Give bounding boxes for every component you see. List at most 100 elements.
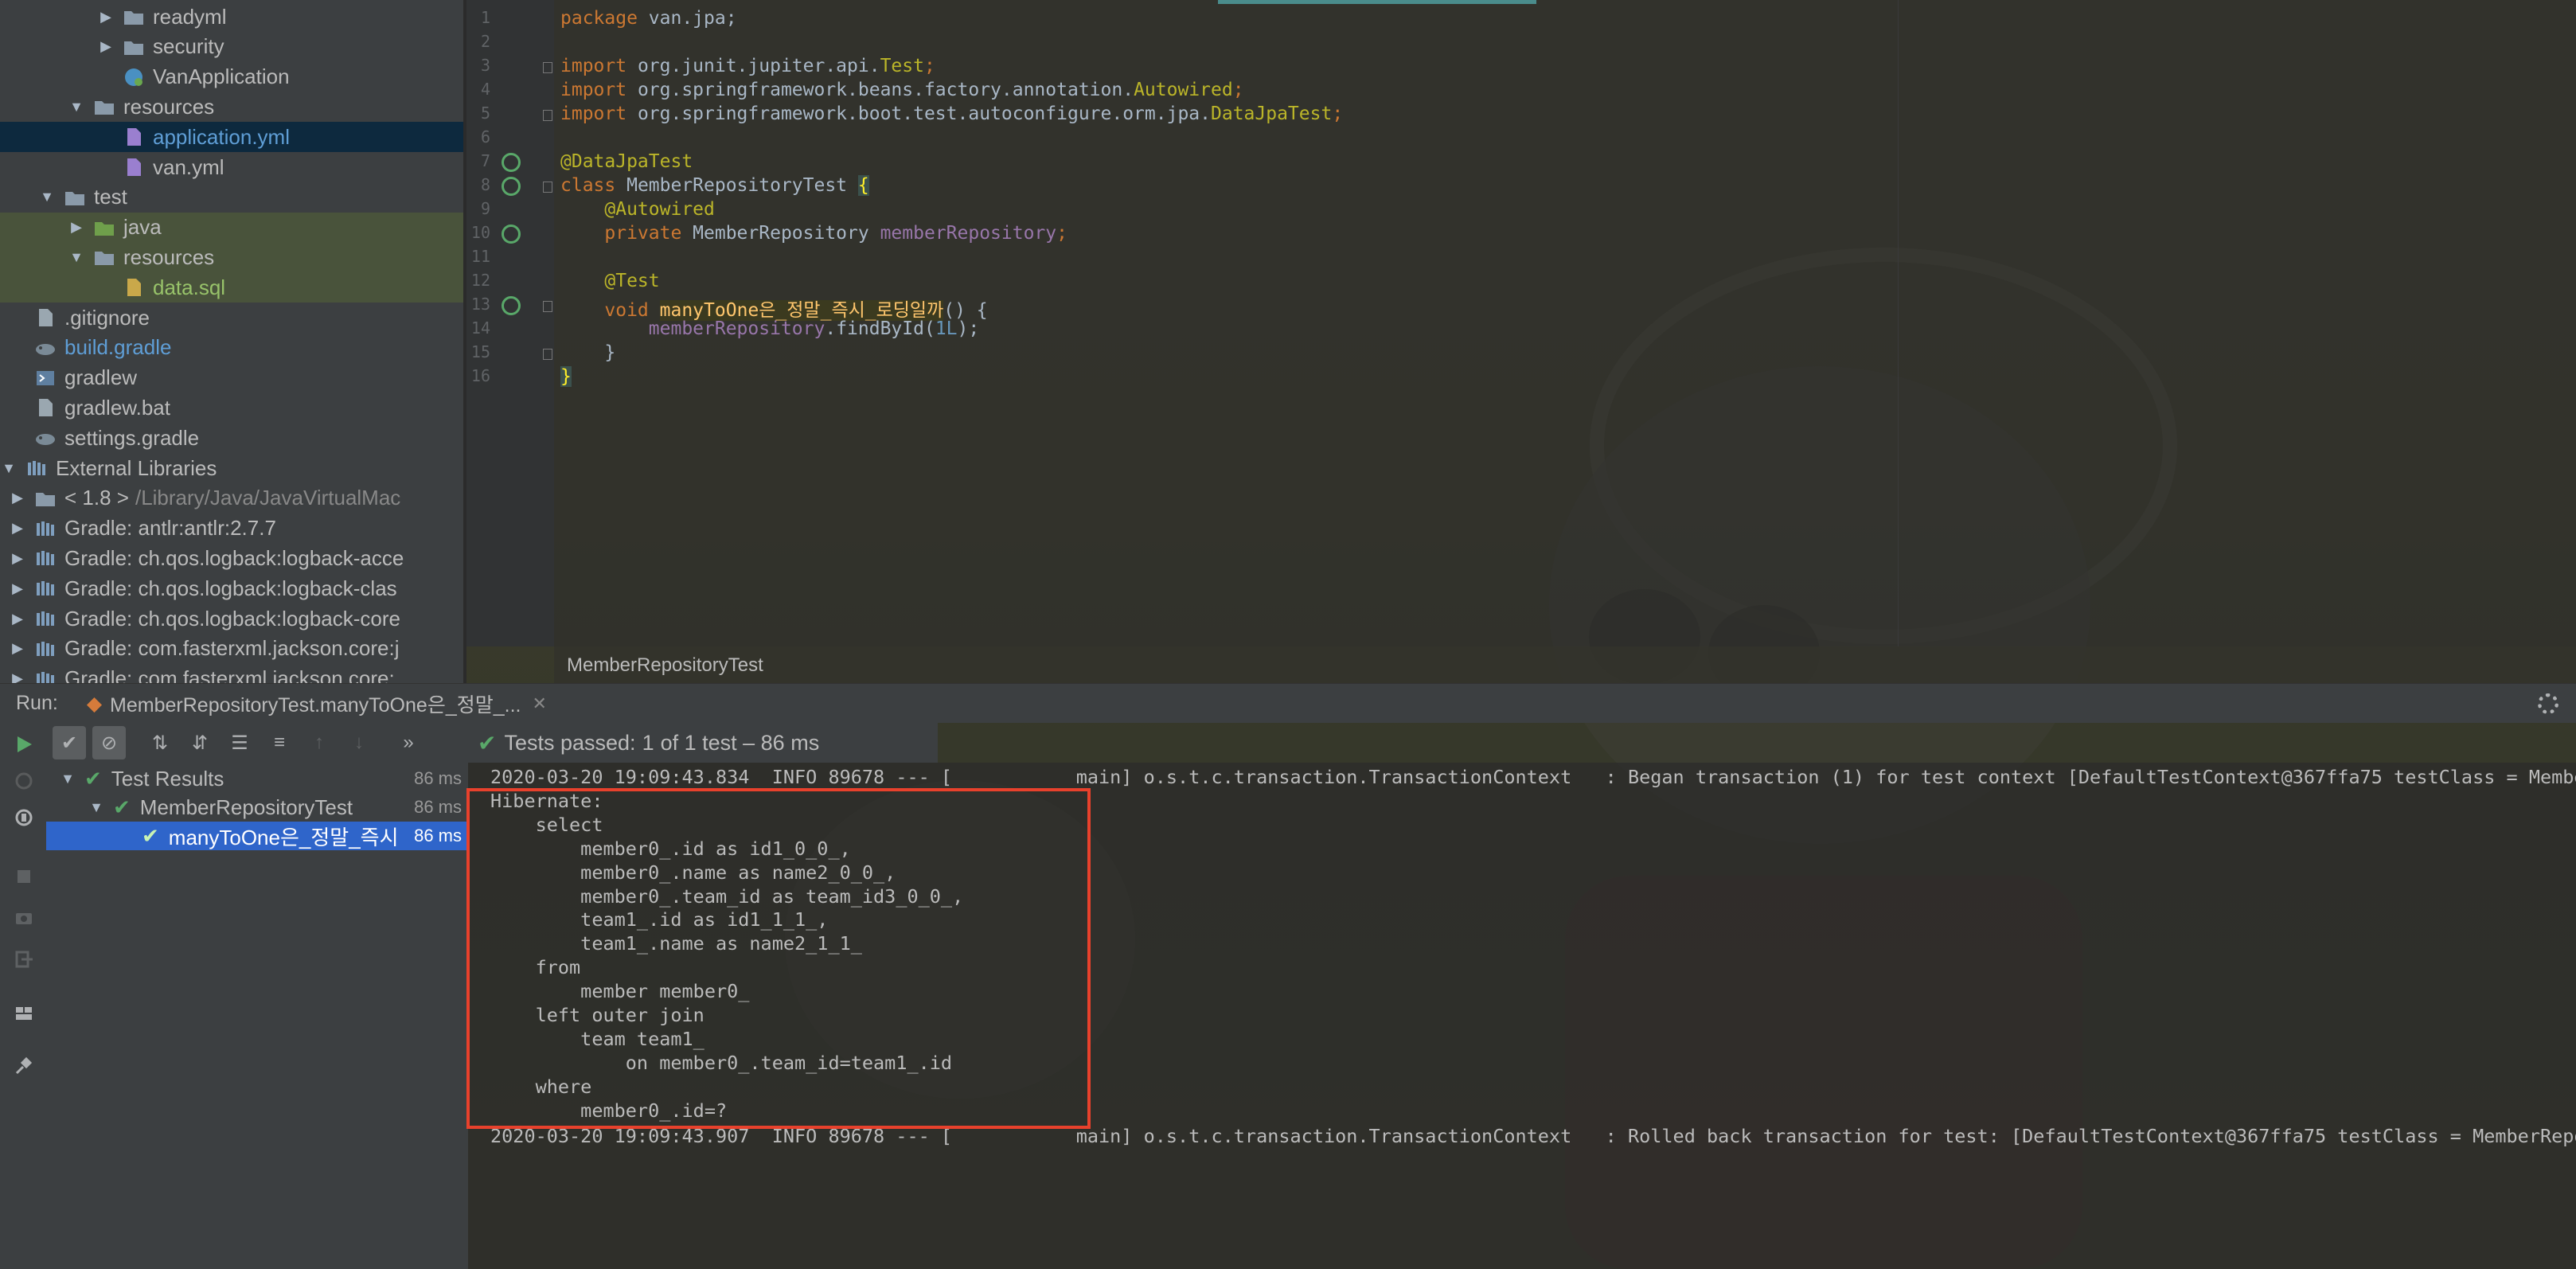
code-line[interactable]: class MemberRepositoryTest { <box>560 175 869 196</box>
export-icon[interactable] <box>14 949 34 970</box>
run-test-gutter-icon[interactable] <box>502 225 521 244</box>
fold-marker-icon[interactable] <box>543 349 552 360</box>
expand-arrow-icon[interactable]: ▶ <box>9 549 26 567</box>
code-line[interactable]: } <box>560 342 615 363</box>
collapse-arrow-icon[interactable]: ▼ <box>68 248 85 266</box>
camera-icon[interactable] <box>14 908 34 928</box>
code-line[interactable]: @Test <box>560 271 659 291</box>
stop-icon[interactable] <box>14 866 34 887</box>
test-run-icon: ◆ <box>86 692 103 715</box>
tree-item-gradle-ch-qos-logback-logback-clas[interactable]: ▶ Gradle: ch.qos.logback:logback-clas <box>0 573 463 603</box>
toggle-auto-test-icon[interactable] <box>14 807 34 828</box>
fold-marker-icon[interactable] <box>543 301 552 312</box>
tree-item-data-sql[interactable]: data.sql <box>0 272 463 303</box>
collapse-arrow-icon[interactable]: ▼ <box>0 459 18 477</box>
tree-item-gradlew[interactable]: gradlew <box>0 363 463 393</box>
tree-item-gradlew-bat[interactable]: gradlew.bat <box>0 392 463 423</box>
rerun-failed-icon[interactable] <box>14 771 34 791</box>
fold-marker-icon[interactable] <box>543 110 552 121</box>
expand-arrow-icon[interactable]: ▶ <box>9 610 26 627</box>
run-test-gutter-icon[interactable] <box>502 177 521 196</box>
code-line[interactable]: import org.springframework.beans.factory… <box>560 80 1244 100</box>
expand-arrow-icon[interactable]: ▶ <box>97 38 115 56</box>
line-number: 7 <box>480 151 490 170</box>
rerun-icon[interactable] <box>14 734 34 755</box>
expand-arrow-icon[interactable]: ▶ <box>68 219 85 236</box>
expand-all-icon[interactable]: ☰ <box>223 726 256 759</box>
tree-item-label: .gitignore <box>64 305 150 330</box>
test-result-row[interactable]: ▼ ✔ MemberRepositoryTest 86 ms <box>46 793 468 822</box>
tree-item-readyml[interactable]: ▶ readyml <box>0 2 463 32</box>
tree-item-vanapplication[interactable]: VanApplication <box>0 62 463 92</box>
tree-item-application-yml[interactable]: application.yml <box>0 122 463 153</box>
expand-arrow-icon[interactable]: ▶ <box>9 670 26 683</box>
tree-item-java[interactable]: ▶ java <box>0 212 463 243</box>
collapse-arrow-icon[interactable]: ▼ <box>88 799 105 816</box>
editor-breadcrumb[interactable]: MemberRepositoryTest <box>554 646 2576 683</box>
tree-item-gitignore[interactable]: .gitignore <box>0 303 463 333</box>
close-tab-icon[interactable]: ✕ <box>532 693 546 714</box>
line-number: 16 <box>470 366 490 385</box>
expand-arrow-icon[interactable]: ▶ <box>9 580 26 597</box>
test-result-row[interactable]: ✔ manyToOne은_정말_즉시 86 ms <box>46 822 468 850</box>
next-test-icon[interactable]: ↓ <box>342 726 376 759</box>
code-line[interactable]: @Autowired <box>560 199 714 220</box>
tree-item-van-yml[interactable]: van.yml <box>0 152 463 182</box>
breadcrumb-class[interactable]: MemberRepositoryTest <box>567 654 763 677</box>
pin-icon[interactable] <box>14 1056 34 1076</box>
run-test-gutter-icon[interactable] <box>502 296 521 315</box>
expand-arrow-icon[interactable]: ▶ <box>97 8 115 25</box>
run-config-tab[interactable]: ◆ MemberRepositoryTest.manyToOne은_정말_...… <box>87 689 547 718</box>
code-line[interactable]: import org.springframework.boot.test.aut… <box>560 103 1343 124</box>
tree-item-1-8[interactable]: ▶ < 1.8 > /Library/Java/JavaVirtualMac <box>0 483 463 513</box>
fold-marker-icon[interactable] <box>543 182 552 193</box>
layout-icon[interactable] <box>14 1003 34 1024</box>
tree-item-gradle-com-fasterxml-jackson-core[interactable]: ▶ Gradle: com.fasterxml.jackson.core: <box>0 664 463 683</box>
tree-item-gradle-antlr-antlr-2-7-7[interactable]: ▶ Gradle: antlr:antlr:2.7.7 <box>0 513 463 544</box>
test-result-row[interactable]: ▼ ✔ Test Results 86 ms <box>46 764 468 793</box>
collapse-arrow-icon[interactable]: ▼ <box>68 98 85 115</box>
show-ignored-icon[interactable]: ⊘ <box>92 726 126 759</box>
tree-item-gradle-ch-qos-logback-logback-acce[interactable]: ▶ Gradle: ch.qos.logback:logback-acce <box>0 543 463 573</box>
previous-test-icon[interactable]: ↑ <box>302 726 336 759</box>
tree-item-settings-gradle[interactable]: settings.gradle <box>0 423 463 453</box>
code-line[interactable]: import org.junit.jupiter.api.Test; <box>560 56 935 76</box>
tree-item-resources[interactable]: ▼ resources <box>0 92 463 122</box>
library-icon <box>34 608 57 629</box>
arrow-spacer <box>9 369 26 387</box>
code-line[interactable]: private MemberRepository memberRepositor… <box>560 223 1067 244</box>
run-test-gutter-icon[interactable] <box>502 153 521 172</box>
expand-arrow-icon[interactable]: ▶ <box>9 520 26 537</box>
collapse-all-icon[interactable]: ≡ <box>263 726 296 759</box>
project-tree-panel: ▶ readyml ▶ security VanApplication ▼ resource… <box>0 0 463 683</box>
expand-arrow-icon[interactable]: ▶ <box>9 640 26 658</box>
tree-item-gradle-ch-qos-logback-logback-core[interactable]: ▶ Gradle: ch.qos.logback:logback-core <box>0 603 463 634</box>
tree-item-gradle-com-fasterxml-jackson-core-j[interactable]: ▶ Gradle: com.fasterxml.jackson.core:j <box>0 634 463 664</box>
arrow-spacer <box>9 339 26 357</box>
show-passed-icon[interactable]: ✔ <box>53 726 86 759</box>
active-tab-indicator <box>1218 0 1536 4</box>
expand-arrow-icon[interactable]: ▶ <box>9 490 26 507</box>
code-line[interactable]: package van.jpa; <box>560 8 737 29</box>
code-line[interactable]: void manyToOne은_정말_즉시_로딩일까() { <box>560 295 988 322</box>
collapse-arrow-icon[interactable]: ▼ <box>38 189 56 206</box>
code-token: org.springframework.boot.test.autoconfig… <box>637 103 1211 124</box>
sort-alphabetically-icon[interactable]: ⇅ <box>143 726 177 759</box>
tree-item-external-libraries[interactable]: ▼ External Libraries <box>0 453 463 483</box>
more-actions-icon[interactable]: » <box>392 726 425 759</box>
tree-item-test[interactable]: ▼ test <box>0 182 463 213</box>
fold-marker-icon[interactable] <box>543 62 552 73</box>
tree-item-build-gradle[interactable]: build.gradle <box>0 333 463 363</box>
sort-by-duration-icon[interactable]: ⇵ <box>183 726 217 759</box>
code-token: memberRepository <box>880 223 1057 244</box>
gear-icon[interactable] <box>2538 693 2558 714</box>
library-icon <box>34 518 57 539</box>
tree-item-security[interactable]: ▶ security <box>0 32 463 62</box>
folder-green-icon <box>93 217 115 238</box>
code-line[interactable]: @DataJpaTest <box>560 151 693 172</box>
collapse-arrow-icon[interactable]: ▼ <box>59 771 76 787</box>
tree-item-resources[interactable]: ▼ resources <box>0 242 463 273</box>
code-line[interactable]: } <box>560 366 572 387</box>
code-line[interactable]: memberRepository.findById(1L); <box>560 318 990 339</box>
